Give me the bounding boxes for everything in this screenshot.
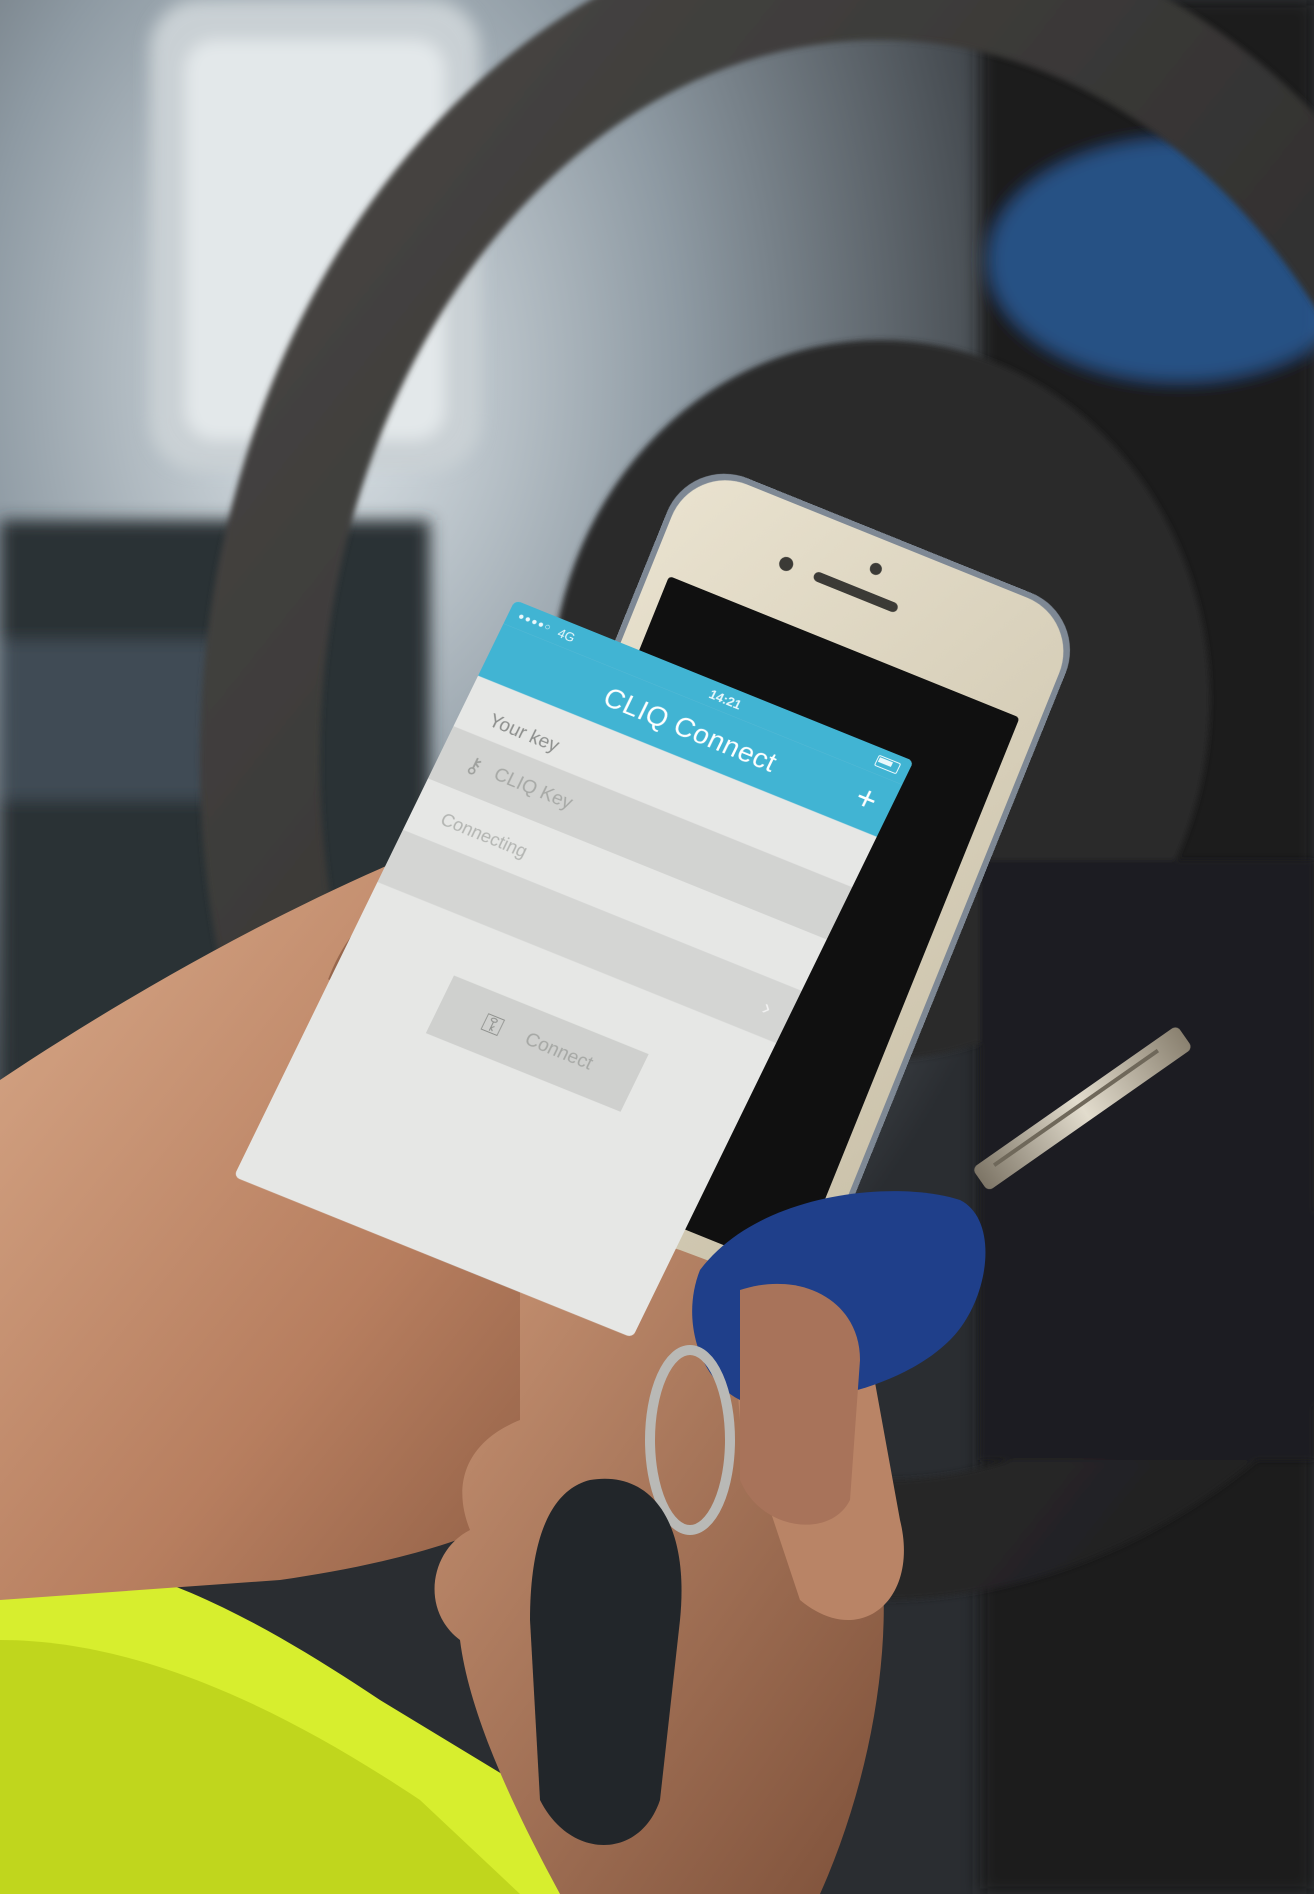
carrier-label: 4G [555,624,578,645]
battery-icon [873,754,902,775]
add-key-button[interactable]: + [849,778,884,820]
chevron-right-icon: › [758,995,777,1021]
key-name: CLIQ Key [490,764,576,814]
key-icon: ⚿ [477,1007,509,1042]
connect-button[interactable]: ⚿ Connect [425,975,649,1112]
key-icon: ⚷ [461,751,488,780]
connect-label: Connect [521,1029,597,1075]
photo-scene: ●●●●○ 4G 14:21 CLIQ Connect + Your key ⚷… [0,0,1314,1894]
